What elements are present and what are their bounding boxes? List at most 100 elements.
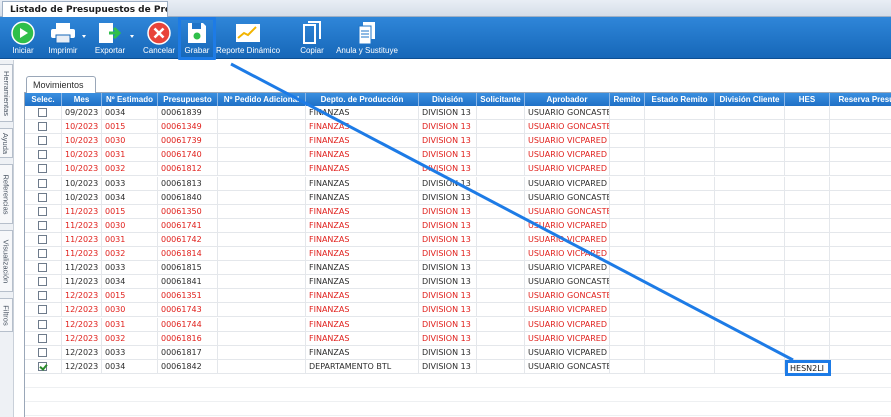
table-row[interactable]: 12/2023 0030 00061743 FINANZAS DIVISION 13 US… [25, 303, 891, 318]
table-row[interactable]: 12/2023 0032 00061816 FINANZAS DIVISION 13 US… [25, 331, 891, 346]
select-checkbox[interactable] [38, 333, 47, 343]
table-row[interactable]: 11/2023 0033 00061815 FINANZAS DIVISION 13 US… [25, 261, 891, 276]
table-cell [477, 148, 525, 163]
table-cell: DIVISION 13 [419, 247, 477, 261]
table-row[interactable]: 11/2023 0015 00061350 FINANZAS DIVISION 13 US… [25, 204, 891, 219]
table-row[interactable]: 10/2023 0030 00061739 FINANZAS DIVISION 13 US… [25, 134, 891, 149]
select-checkbox[interactable] [38, 263, 47, 273]
select-checkbox[interactable] [38, 136, 47, 146]
table-cell [645, 204, 715, 219]
column-header[interactable]: Estado Remito [645, 93, 715, 106]
table-cell: FINANZAS [306, 317, 419, 332]
side-tab-visualizacion[interactable]: Visualización [0, 230, 13, 292]
hes-highlight-box[interactable]: HESN2LI [785, 360, 831, 376]
table-row[interactable]: 12/2023 0034 00061842 DEPARTAMENTO BTL DIVIS… [25, 359, 891, 374]
select-checkbox[interactable] [38, 150, 47, 160]
imprimir-dropdown-caret[interactable] [82, 35, 86, 38]
table-row[interactable]: 11/2023 0034 00061841 FINANZAS DIVISION 13 US… [25, 275, 891, 290]
select-checkbox[interactable] [38, 108, 47, 117]
reporte-dinamico-button[interactable]: Reporte Dinámico [216, 17, 280, 59]
table-cell [218, 261, 306, 276]
table-cell: 11/2023 [62, 275, 102, 290]
select-checkbox[interactable] [38, 220, 47, 230]
column-header[interactable]: División [419, 93, 477, 106]
column-header[interactable]: Aprobador [525, 93, 610, 106]
column-header[interactable]: Mes [62, 93, 102, 106]
table-row[interactable]: 12/2023 0031 00061744 FINANZAS DIVISION 13 US… [25, 317, 891, 332]
table-row[interactable]: 12/2023 0033 00061817 FINANZAS DIVISION 13 US… [25, 345, 891, 360]
table-cell: FINANZAS [306, 218, 419, 233]
table-row[interactable]: 10/2023 0015 00061349 FINANZAS DIVISION 13 US… [25, 120, 891, 135]
select-checkbox[interactable] [38, 122, 47, 132]
table-row[interactable]: 11/2023 0032 00061814 FINANZAS DIVISION 13 US… [25, 247, 891, 261]
select-checkbox[interactable] [38, 347, 47, 357]
table-cell: FINANZAS [306, 176, 419, 191]
table-row[interactable]: 11/2023 0030 00061741 FINANZAS DIVISION 13 US… [25, 218, 891, 233]
table-cell [645, 106, 715, 120]
grabar-button[interactable]: Grabar [181, 17, 213, 59]
table-cell [715, 359, 785, 374]
table-cell: FINANZAS [306, 275, 419, 290]
table-row[interactable]: 10/2023 0034 00061840 FINANZAS DIVISION 13 US… [25, 190, 891, 205]
copiar-button[interactable]: Copiar [296, 17, 328, 59]
column-header[interactable]: Remito [610, 93, 645, 106]
side-tab-ayuda[interactable]: Ayuda [0, 128, 13, 158]
column-header[interactable]: Nº Pedido Adicional [218, 93, 306, 106]
table-cell [715, 275, 785, 290]
table-cell: DIVISION 13 [419, 218, 477, 233]
table-cell [715, 345, 785, 360]
select-checkbox[interactable] [38, 249, 47, 258]
select-checkbox[interactable] [38, 305, 47, 315]
table-cell: USUARIO VICPARED [525, 317, 610, 332]
table-row[interactable]: 10/2023 0033 00061813 FINANZAS DIVISION 13 US… [25, 176, 891, 191]
select-cell [25, 261, 62, 276]
table-cell: USUARIO VICPARED [525, 148, 610, 163]
table-cell [477, 345, 525, 360]
table-cell [785, 162, 830, 177]
anula-sustituye-button[interactable]: Anula y Sustituye [334, 17, 400, 59]
side-tab-filtros[interactable]: Filtros [0, 298, 13, 332]
select-checkbox[interactable] [38, 164, 47, 174]
column-header[interactable]: HES [785, 93, 830, 106]
table-row[interactable]: 11/2023 0031 00061742 FINANZAS DIVISION 13 US… [25, 232, 891, 247]
table-cell [785, 106, 830, 120]
copy-icon [302, 19, 322, 46]
table-row[interactable]: 09/2023 0034 00061839 FINANZAS DIVISION 13 US… [25, 106, 891, 120]
window-tab[interactable]: Listado de Presupuestos de Prod... [2, 1, 168, 17]
side-tab-herramientas[interactable]: Herramientas [0, 64, 13, 122]
select-cell [25, 120, 62, 135]
tab-movimientos[interactable]: Movimientos [26, 76, 96, 93]
exportar-button[interactable]: Exportar [92, 17, 134, 59]
select-checkbox[interactable] [38, 361, 47, 371]
cancelar-button[interactable]: Cancelar [141, 17, 177, 59]
column-header[interactable]: Reserva Presupu... [830, 93, 891, 106]
table-cell: 00061840 [158, 190, 218, 205]
table-row[interactable]: 10/2023 0032 00061812 FINANZAS DIVISION 13 US… [25, 162, 891, 177]
column-header[interactable]: Nº Estimado [102, 93, 158, 106]
select-checkbox[interactable] [38, 178, 47, 188]
select-checkbox[interactable] [38, 192, 47, 202]
column-header[interactable]: División Cliente [715, 93, 785, 106]
side-tab-referencias[interactable]: Referencias [0, 164, 13, 224]
select-checkbox[interactable] [38, 206, 47, 216]
table-cell: 0032 [102, 247, 158, 261]
exportar-dropdown-caret[interactable] [130, 35, 134, 38]
exportar-label: Exportar [94, 46, 126, 55]
select-checkbox[interactable] [38, 277, 47, 287]
table-row[interactable]: 12/2023 0015 00061351 FINANZAS DIVISION 13 US… [25, 289, 891, 304]
iniciar-button[interactable]: Iniciar [6, 17, 40, 59]
table-cell [715, 176, 785, 191]
imprimir-button[interactable]: Imprimir [46, 17, 86, 59]
column-header[interactable]: Depto. de Producción [306, 93, 419, 106]
window-tab-strip: Listado de Presupuestos de Prod... [0, 0, 891, 17]
table-cell [645, 120, 715, 135]
column-header[interactable]: Selec. [25, 93, 62, 106]
select-checkbox[interactable] [38, 291, 47, 301]
table-cell [645, 176, 715, 191]
select-checkbox[interactable] [38, 234, 47, 244]
table-cell: 00061741 [158, 218, 218, 233]
column-header[interactable]: Presupuesto [158, 93, 218, 106]
column-header[interactable]: Solicitante [477, 93, 525, 106]
table-row[interactable]: 10/2023 0031 00061740 FINANZAS DIVISION 13 US… [25, 148, 891, 163]
select-checkbox[interactable] [38, 319, 47, 329]
